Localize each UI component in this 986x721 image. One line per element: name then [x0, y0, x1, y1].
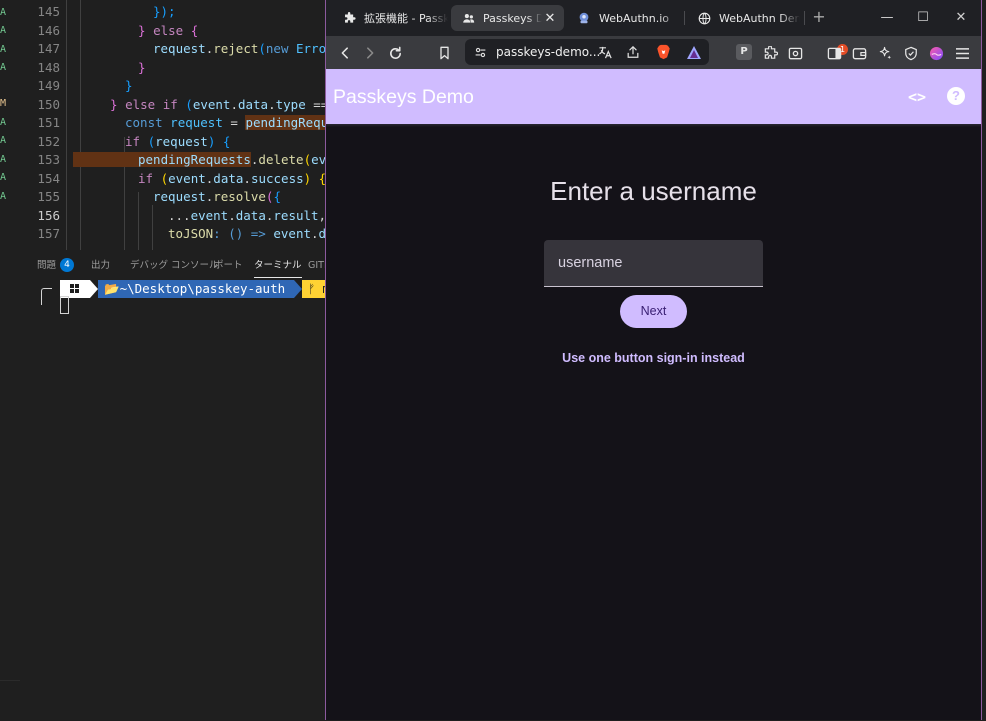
- extension-p-icon[interactable]: P: [736, 44, 752, 60]
- people-icon: [461, 11, 475, 25]
- code-line: 155 request.resolve({: [37, 189, 281, 204]
- maximize-button[interactable]: ☐: [908, 6, 938, 30]
- code-editor[interactable]: 145}); 146} else { 147 request.reject(new…: [20, 0, 326, 250]
- sparkle-icon: [879, 46, 891, 59]
- address-bar[interactable]: passkeys-demo... 1: [465, 39, 848, 65]
- shell-prompt: 📂~\Desktop\passkey-auth ᚠ m: [60, 280, 360, 298]
- tab-output[interactable]: 出力: [91, 252, 110, 280]
- back-button[interactable]: [333, 41, 357, 65]
- reload-icon: [389, 46, 401, 59]
- prompt-path: 📂~\Desktop\passkey-auth: [98, 280, 302, 298]
- code-line: 150} else if (event.data.type ===: [37, 96, 326, 112]
- profile-avatar-icon: [929, 46, 943, 60]
- hamburger-menu-icon: [955, 47, 969, 59]
- brave-rewards-icon[interactable]: [685, 43, 703, 61]
- close-tab-icon[interactable]: ✕: [542, 11, 558, 26]
- wallet-button[interactable]: [847, 41, 871, 65]
- puzzle-icon: [342, 11, 356, 25]
- tab-terminal[interactable]: ターミナル: [254, 252, 302, 280]
- wallet-icon: [852, 47, 866, 59]
- help-icon[interactable]: ?: [947, 87, 965, 105]
- close-window-button[interactable]: ✕: [946, 6, 976, 30]
- problems-count-badge: 4: [60, 258, 75, 272]
- tab-ports[interactable]: ポート: [214, 252, 243, 280]
- minimize-button[interactable]: —: [872, 6, 902, 30]
- globe-icon: [697, 11, 711, 25]
- status-bar: [0, 680, 20, 721]
- bookmark-button[interactable]: [432, 41, 456, 65]
- screenshot-button[interactable]: [783, 41, 807, 65]
- code-line: 153pendingRequests.delete(eve: [37, 152, 326, 167]
- one-button-signin-link[interactable]: Use one button sign-in instead: [326, 351, 981, 365]
- git-mark: A: [0, 44, 7, 55]
- tab-webauthn-demo[interactable]: WebAuthn Demo: [687, 5, 800, 31]
- tab-problems[interactable]: 問題 4: [37, 252, 75, 280]
- page-heading: Enter a username: [550, 176, 757, 206]
- username-field[interactable]: [544, 240, 763, 287]
- git-mark: A: [0, 135, 7, 146]
- code-icon[interactable]: <>: [904, 85, 930, 109]
- git-mark: M: [0, 98, 7, 109]
- prompt-corner: [41, 288, 52, 305]
- next-button[interactable]: Next: [620, 295, 687, 328]
- url-text: passkeys-demo...: [496, 45, 601, 59]
- code-line: 154 if (event.data.success) {: [37, 170, 326, 186]
- brave-shields-icon[interactable]: [654, 43, 672, 61]
- code-line: 156 ...event.data.result,: [37, 207, 326, 223]
- sidebar-button[interactable]: [822, 41, 846, 65]
- panel-tab-bar: 問題4 出力 デバッグ コンソール ポート ターミナル GITL: [20, 252, 326, 280]
- browser-toolbar: passkeys-demo... 1 P: [326, 36, 981, 69]
- code-line: 149}: [37, 78, 133, 93]
- leo-ai-button[interactable]: [873, 41, 897, 65]
- tab-strip: 拡張機能 - Passkeys Demo Passkeys Demo ✕ Web…: [326, 0, 981, 36]
- git-mark: A: [0, 7, 7, 18]
- git-status-gutter: A A A A M A A A A A: [0, 0, 20, 250]
- translate-icon[interactable]: [596, 43, 614, 61]
- forward-arrow-icon: [367, 47, 374, 59]
- profile-button[interactable]: [924, 41, 948, 65]
- webauthn-io-icon: [577, 11, 591, 25]
- code-line: 146} else {: [37, 22, 199, 38]
- shield-icon: [905, 46, 917, 60]
- git-mark: A: [0, 117, 7, 128]
- terminal[interactable]: 📂~\Desktop\passkey-auth ᚠ m: [20, 280, 342, 720]
- back-arrow-icon: [341, 47, 348, 59]
- git-mark: A: [0, 25, 7, 36]
- reload-button[interactable]: [383, 41, 407, 65]
- git-mark: A: [0, 154, 7, 165]
- puzzle-icon: [764, 45, 778, 59]
- app-title: Passkeys Demo: [333, 86, 474, 108]
- bookmark-icon: [439, 46, 449, 60]
- code-line: 147request.reject(new Error: [37, 41, 326, 56]
- terminal-cursor: [60, 296, 69, 314]
- sidebar-icon: [827, 47, 841, 59]
- tab-extensions[interactable]: 拡張機能 - Passkeys Demo: [332, 5, 448, 31]
- tab-webauthn-io[interactable]: WebAuthn.io: [567, 5, 680, 31]
- code-line: 145});: [37, 4, 176, 19]
- menu-button[interactable]: [950, 41, 974, 65]
- git-mark: A: [0, 62, 7, 73]
- code-line: 152 if (request) {: [37, 133, 231, 149]
- code-line: 148}: [37, 59, 146, 75]
- browser-window: 拡張機能 - Passkeys Demo Passkeys Demo ✕ Web…: [325, 0, 982, 720]
- app-bar: Passkeys Demo <> ?: [326, 69, 981, 124]
- screenshot-icon: [788, 47, 802, 59]
- forward-button[interactable]: [358, 41, 382, 65]
- tab-debug-console[interactable]: デバッグ コンソール: [130, 252, 219, 280]
- code-line: 157toJSON: () => event.da: [37, 226, 326, 241]
- site-settings-icon[interactable]: [471, 43, 489, 61]
- share-icon[interactable]: [624, 43, 642, 61]
- extensions-button[interactable]: [758, 41, 782, 65]
- new-tab-button[interactable]: +: [810, 8, 828, 26]
- vpn-button[interactable]: [899, 41, 923, 65]
- tab-gitlens[interactable]: GITL: [308, 252, 326, 280]
- app-bar-divider: [326, 124, 981, 127]
- tab-passkeys-demo[interactable]: Passkeys Demo ✕: [451, 5, 564, 31]
- username-input[interactable]: [544, 240, 763, 286]
- git-mark: A: [0, 191, 7, 202]
- git-mark: A: [0, 172, 7, 183]
- code-line: 151const request = pendingReque: [20, 114, 326, 133]
